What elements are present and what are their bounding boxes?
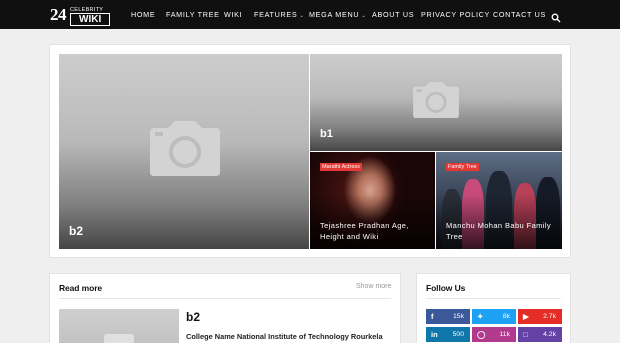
nav-contact-us[interactable]: CONTACT US: [493, 0, 546, 29]
nav-contact-us-label: CONTACT US: [493, 10, 547, 19]
logo-bottom-text: WIKI: [70, 13, 111, 26]
nav-about-us-label: ABOUT US: [372, 10, 415, 19]
nav-privacy-policy[interactable]: PRIVACY POLICY: [421, 0, 490, 29]
youtube-icon: ▶: [523, 312, 529, 321]
facebook-count: 15k: [453, 313, 464, 320]
facebook-button[interactable]: f 15k: [426, 309, 470, 324]
search-icon[interactable]: [551, 10, 561, 23]
post-snippet: College Name National Institute of Techn…: [186, 332, 383, 341]
nav-mega-menu-label: MEGA MENU: [309, 10, 360, 19]
featured-post-main[interactable]: b2: [59, 54, 309, 249]
site-logo[interactable]: 24 CELEBRITY WIKI: [50, 5, 111, 26]
youtube-button[interactable]: ▶ 2.7k: [518, 309, 562, 324]
nav-privacy-policy-label: PRIVACY POLICY: [421, 10, 491, 19]
category-badge[interactable]: Marathi Actress: [320, 163, 362, 171]
camera-icon: [104, 334, 134, 343]
featured-post-manchu[interactable]: Family Tree Manchu Mohan Babu Family Tre…: [436, 152, 562, 249]
featured-post-main-title[interactable]: b2: [69, 224, 83, 238]
follow-us-heading: Follow Us: [426, 283, 466, 293]
nav-wiki-label: WIKI: [224, 10, 243, 19]
featured-post-tejashree-title[interactable]: Tejashree Pradhan Age, Height and Wiki: [320, 220, 432, 242]
camera-icon: [150, 121, 220, 176]
facebook-icon: f: [431, 312, 434, 321]
follow-us-section: Follow Us f 15k ✦ 8k ▶ 2.7k in 500 ◯ 11k…: [416, 273, 571, 343]
nav-features-label: FEATURES: [254, 10, 298, 19]
read-more-heading: Read more: [59, 283, 103, 293]
chevron-down-icon: ⌄: [299, 13, 305, 19]
category-badge[interactable]: Family Tree: [446, 163, 479, 171]
linkedin-button[interactable]: in 500: [426, 327, 470, 342]
instagram-count: 11k: [499, 331, 510, 338]
show-more-link[interactable]: Show more: [356, 283, 391, 290]
twitch-button[interactable]: □ 4.2k: [518, 327, 562, 342]
featured-post-top-right-title[interactable]: b1: [320, 128, 333, 140]
instagram-button[interactable]: ◯ 11k: [472, 327, 516, 342]
nav-features[interactable]: FEATURES ⌄: [254, 0, 305, 29]
camera-icon: [413, 82, 459, 118]
featured-post-tejashree[interactable]: Marathi Actress Tejashree Pradhan Age, H…: [310, 152, 435, 249]
linkedin-icon: in: [431, 330, 438, 339]
nav-wiki[interactable]: WIKI: [224, 0, 242, 29]
instagram-icon: ◯: [477, 330, 486, 339]
nav-family-tree[interactable]: FAMILY TREE: [166, 0, 220, 29]
divider: [59, 298, 391, 299]
top-navbar: 24 CELEBRITY WIKI HOME FAMILY TREE WIKI …: [0, 0, 620, 29]
nav-home[interactable]: HOME: [131, 0, 155, 29]
twitter-count: 8k: [502, 313, 510, 320]
twitter-button[interactable]: ✦ 8k: [472, 309, 516, 324]
twitch-count: 4.2k: [543, 331, 556, 338]
nav-family-tree-label: FAMILY TREE: [166, 10, 220, 19]
nav-mega-menu[interactable]: MEGA MENU ⌄: [309, 0, 367, 29]
post-title[interactable]: b2: [186, 310, 200, 324]
read-more-section: Read more Show more b2 College Name Nati…: [49, 273, 401, 343]
logo-number: 24: [50, 5, 67, 24]
nav-home-label: HOME: [131, 10, 156, 19]
featured-post-manchu-title[interactable]: Manchu Mohan Babu Family Tree: [446, 220, 558, 242]
featured-post-top-right[interactable]: b1: [310, 54, 562, 151]
twitch-icon: □: [523, 330, 528, 339]
nav-about-us[interactable]: ABOUT US: [372, 0, 414, 29]
divider: [426, 298, 561, 299]
chevron-down-icon: ⌄: [361, 13, 367, 19]
post-thumbnail[interactable]: [59, 309, 179, 343]
linkedin-count: 500: [452, 331, 464, 338]
youtube-count: 2.7k: [543, 313, 556, 320]
twitter-icon: ✦: [477, 312, 484, 321]
featured-posts: b2 b1 Marathi Actress Tejashree Pradhan …: [49, 44, 571, 258]
